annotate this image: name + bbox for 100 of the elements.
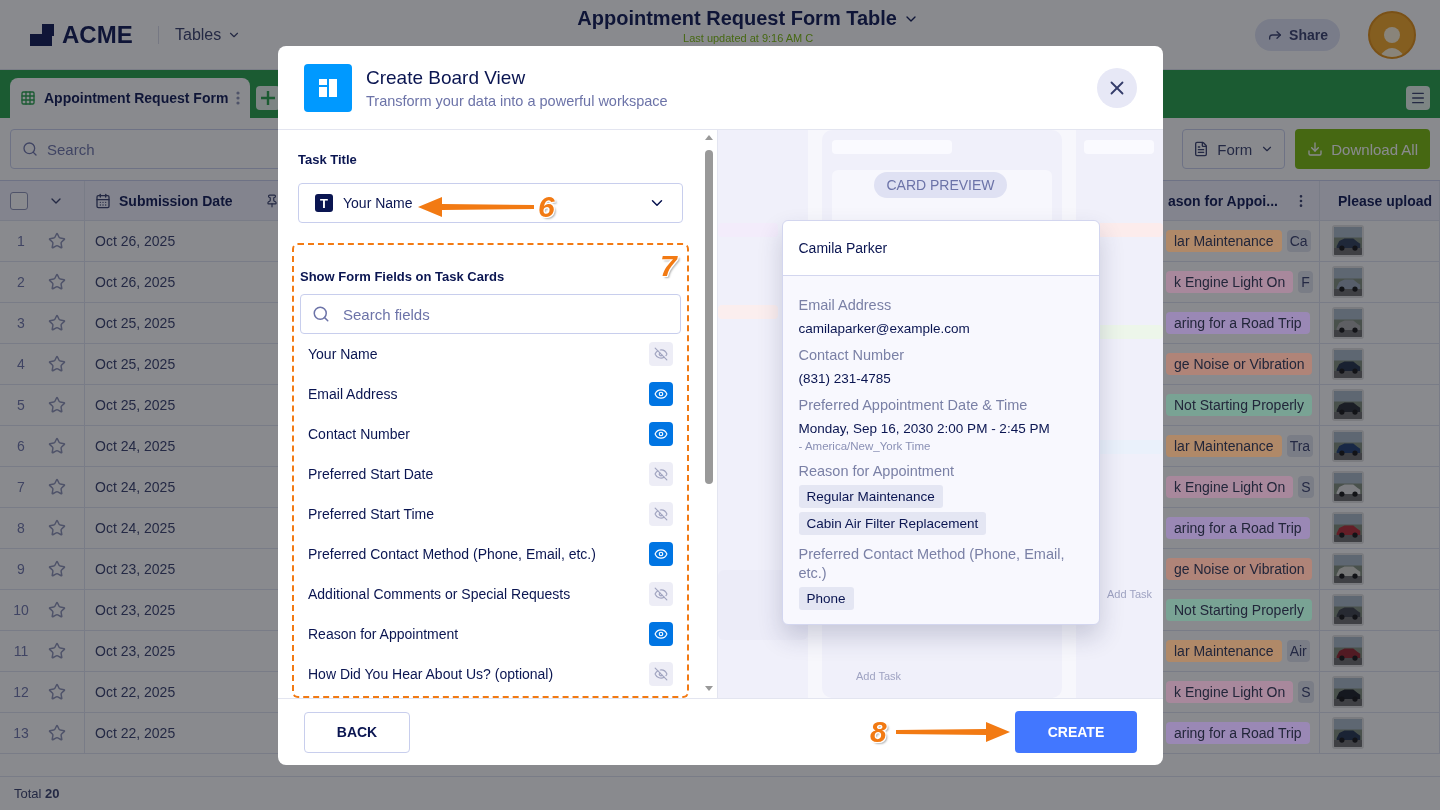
eye-off-icon	[654, 507, 668, 521]
ghost-label: Add Task	[1107, 588, 1153, 600]
table-cell: Oct 24, 2025	[95, 438, 176, 454]
card-field-label: Preferred Appointment Date & Time	[798, 396, 1029, 415]
close-button[interactable]	[1097, 67, 1137, 108]
table-cell: Oct 26, 2025	[95, 233, 176, 249]
visibility-toggle[interactable]	[649, 542, 673, 566]
star-icon[interactable]	[48, 724, 66, 742]
visibility-toggle[interactable]	[649, 502, 673, 526]
view-dropdown[interactable]: Form	[1182, 129, 1286, 169]
field-name: Email Address	[308, 386, 398, 402]
menu-button[interactable]	[1406, 86, 1430, 110]
field-name: Your Name	[308, 346, 378, 362]
add-tab-button[interactable]	[256, 86, 281, 110]
table-cell: Oct 22, 2025	[95, 725, 176, 741]
table-cell: Oct 25, 2025	[95, 356, 176, 372]
logo-icon	[30, 23, 56, 46]
visibility-toggle[interactable]	[649, 582, 673, 606]
reason-tag: ge Noise or Vibration	[1166, 558, 1313, 580]
field-name: Preferred Contact Method (Phone, Email, etc.)	[308, 546, 596, 562]
row-number: 1	[16, 233, 26, 249]
star-icon[interactable]	[48, 601, 66, 619]
preview-badge: CARD PREVIEW	[874, 172, 1007, 198]
search-icon	[22, 141, 38, 157]
star-icon[interactable]	[48, 519, 66, 537]
field-name: Contact Number	[308, 426, 410, 442]
form-icon	[1193, 141, 1210, 157]
reason-tag: k Engine Light On	[1166, 476, 1294, 498]
row-number: 4	[16, 356, 26, 372]
back-button[interactable]: BACK	[304, 711, 410, 753]
card-title: Camila Parker	[798, 240, 888, 256]
table-cell: Oct 26, 2025	[95, 274, 176, 290]
star-icon[interactable]	[48, 396, 66, 414]
row-number: 11	[12, 643, 30, 659]
table-cell: Oct 22, 2025	[95, 684, 176, 700]
annotation-number: 6	[538, 192, 555, 222]
row-number: 12	[12, 684, 30, 700]
board-icon	[304, 63, 352, 112]
tables-menu[interactable]: Tables	[158, 25, 242, 44]
total-count: Total 20	[14, 786, 60, 801]
card-tag: Regular Maintenance	[798, 485, 943, 508]
star-icon[interactable]	[48, 683, 66, 701]
checkbox[interactable]	[10, 191, 28, 210]
eye-off-icon	[654, 347, 668, 361]
visibility-toggle[interactable]	[649, 462, 673, 486]
star-icon[interactable]	[48, 355, 66, 373]
pin-icon[interactable]	[265, 193, 279, 208]
row-number: 2	[16, 274, 26, 290]
star-icon[interactable]	[48, 478, 66, 496]
star-icon[interactable]	[48, 642, 66, 660]
card-field-label: Contact Number	[798, 346, 906, 365]
reason-tag: aring for a Road Trip	[1166, 517, 1310, 539]
eye-icon	[654, 427, 668, 441]
column-header[interactable]: ason for Appoi...	[1168, 192, 1278, 209]
eye-off-icon	[654, 667, 668, 681]
visibility-toggle[interactable]	[649, 342, 673, 366]
search-field[interactable]: Search fields	[300, 294, 681, 334]
column-header[interactable]: Submission Date	[119, 192, 233, 209]
table-cell: Oct 24, 2025	[95, 520, 176, 536]
ghost-label: Add Task	[856, 670, 902, 682]
download-icon	[1307, 141, 1324, 157]
star-icon[interactable]	[48, 314, 66, 332]
reason-tag: S	[1298, 476, 1314, 498]
star-icon[interactable]	[48, 560, 66, 578]
visibility-toggle[interactable]	[649, 382, 673, 406]
create-button[interactable]: CREATE	[1015, 711, 1137, 753]
star-icon[interactable]	[48, 232, 66, 250]
star-icon[interactable]	[48, 273, 66, 291]
reason-tag: F	[1298, 271, 1313, 293]
grid-icon	[20, 90, 36, 106]
star-icon[interactable]	[48, 437, 66, 455]
card-field-value: (831) 231-4785	[798, 371, 892, 386]
row-number: 7	[16, 479, 26, 495]
reason-tag: Air	[1286, 640, 1310, 662]
reason-tag: Tra	[1286, 435, 1314, 457]
search-icon	[312, 305, 330, 323]
reason-tag: lar Maintenance	[1166, 230, 1282, 252]
reason-tag: lar Maintenance	[1166, 640, 1282, 662]
last-updated: Last updated at 9:16 AM C	[683, 32, 814, 44]
card-tag: Phone	[798, 587, 854, 610]
visibility-toggle[interactable]	[649, 422, 673, 446]
card-field-label: Email Address	[798, 296, 893, 315]
eye-off-icon	[654, 587, 668, 601]
more-icon	[236, 91, 241, 105]
table-tab[interactable]: Appointment Request Form	[10, 78, 251, 118]
reason-tag: aring for a Road Trip	[1166, 312, 1310, 334]
section-heading: Show Form Fields on Task Cards	[300, 269, 506, 284]
share-button[interactable]: Share	[1255, 18, 1340, 51]
reason-tag: Not Starting Properly	[1166, 599, 1312, 621]
column-header[interactable]: Please upload	[1338, 192, 1433, 209]
field-name: Additional Comments or Special Requests	[308, 586, 571, 602]
visibility-toggle[interactable]	[649, 622, 673, 646]
visibility-toggle[interactable]	[649, 662, 673, 686]
card-tag: Cabin Air Filter Replacement	[798, 512, 987, 535]
table-cell: Oct 23, 2025	[95, 643, 176, 659]
eye-off-icon	[654, 467, 668, 481]
eye-icon	[654, 547, 668, 561]
avatar[interactable]	[1368, 10, 1416, 59]
table-cell: Oct 25, 2025	[95, 315, 176, 331]
reason-tag: Not Starting Properly	[1166, 394, 1312, 416]
